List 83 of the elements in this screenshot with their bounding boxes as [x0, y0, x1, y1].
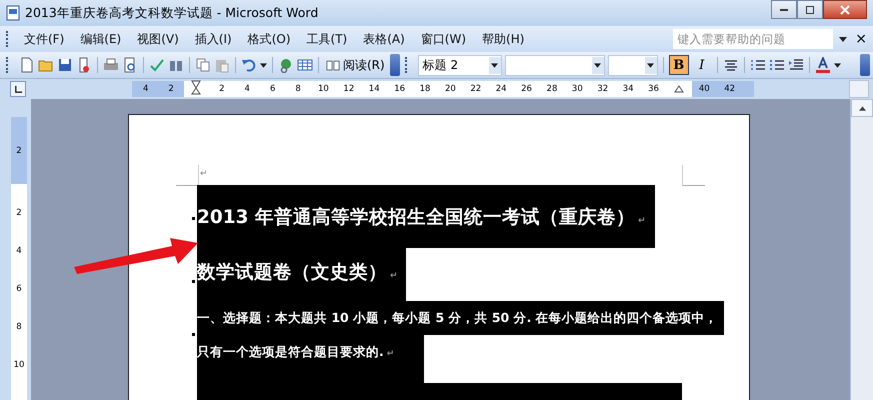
book-icon — [326, 60, 340, 70]
ruler-number: 10 — [14, 359, 24, 372]
format-mark — [192, 333, 195, 336]
dropdown-arrow-icon — [491, 62, 498, 68]
ruler-number: 2 — [167, 83, 175, 96]
crop-mark — [682, 165, 705, 186]
ruler-number: 4 — [142, 83, 150, 96]
ruler-number: 14 — [368, 83, 381, 96]
menu-item[interactable]: 工具(T) — [298, 30, 356, 48]
menu-item[interactable]: 插入(I) — [186, 30, 240, 48]
word-document-icon — [5, 5, 21, 21]
scrollbar-top-button[interactable] — [849, 80, 869, 98]
caret-icon[interactable] — [260, 62, 267, 68]
ruler-number: 4 — [244, 83, 251, 96]
style-dropdown[interactable]: 标题 2 — [418, 54, 502, 76]
dropdown-arrow-icon — [594, 62, 602, 68]
ruler-number: 4 — [16, 245, 22, 258]
horizontal-ruler[interactable]: 4 2 2 4 6 8 10 12 14 16 18 20 22 24 26 28 30 32 34 36 40 42 — [132, 81, 754, 97]
undo-icon[interactable] — [241, 57, 257, 73]
font-color-icon[interactable] — [814, 57, 831, 73]
ruler-number: 8 — [294, 83, 302, 96]
maximize-button[interactable] — [797, 0, 823, 19]
vertical-scrollbar[interactable] — [850, 99, 873, 400]
format-mark — [192, 280, 195, 283]
globe-icon[interactable] — [278, 57, 294, 73]
close-icon — [840, 4, 850, 14]
menu-item[interactable]: 窗口(W) — [412, 30, 474, 48]
format-mark — [192, 217, 195, 220]
minimize-icon — [780, 8, 788, 10]
ruler-number: 30 — [570, 83, 584, 96]
ruler-number: 34 — [622, 83, 635, 96]
toolbar-overflow-button[interactable] — [390, 54, 400, 76]
new-document-icon[interactable] — [19, 57, 35, 73]
ruler-number: 28 — [546, 83, 558, 96]
document-text: 数学试题卷（文史类） ↵ — [197, 248, 406, 301]
ruler-number: 2 — [16, 144, 22, 158]
maximize-icon — [805, 4, 815, 14]
menu-item[interactable]: 文件(F) — [16, 30, 72, 48]
close-button[interactable] — [823, 0, 867, 19]
ruler-number: 2 — [218, 83, 226, 96]
dropdown-arrow-icon — [647, 62, 654, 68]
ruler-number: 16 — [393, 83, 406, 96]
ruler-number: 42 — [723, 83, 736, 96]
ruler-number: 12 — [342, 83, 356, 96]
print-icon[interactable] — [103, 57, 119, 73]
ruler-number: 6 — [16, 283, 22, 296]
bold-button[interactable]: B — [668, 55, 689, 75]
ruler-number: 8 — [16, 321, 22, 334]
ruler-number: 10 — [317, 83, 330, 96]
ruler-number: 6 — [268, 83, 276, 96]
save-icon[interactable] — [57, 57, 73, 73]
ruler-number: 22 — [469, 83, 482, 96]
reading-button[interactable]: 阅读(R) — [324, 56, 387, 74]
tab-selector-icon[interactable] — [10, 81, 26, 97]
menu-item[interactable]: 视图(V) — [129, 30, 187, 48]
ruler-number: 26 — [520, 83, 533, 96]
ruler-number: 24 — [494, 83, 508, 96]
ruler-number: 40 — [698, 83, 711, 96]
help-search-field[interactable]: 键入需要帮助的问题 — [673, 29, 834, 49]
ruler-number: 20 — [444, 83, 457, 96]
document-text: 只有一个选项是符合题目要求的. ↵ — [197, 335, 424, 383]
bulleted-list-icon[interactable] — [768, 57, 785, 73]
scroll-up-arrow-icon[interactable] — [858, 106, 866, 110]
close-help-button[interactable]: × — [855, 31, 867, 47]
window-title: 2013年重庆卷高考文科数学试题 - Microsoft Word — [25, 4, 318, 22]
ruler-number: 18 — [418, 83, 432, 96]
copy-icon[interactable] — [195, 57, 211, 73]
italic-button[interactable]: I — [692, 55, 712, 75]
numbered-list-icon[interactable] — [750, 57, 766, 73]
table-icon[interactable] — [297, 57, 313, 73]
ruler-number: 32 — [596, 83, 610, 96]
menu-item[interactable]: 格式(O) — [240, 30, 299, 48]
minimize-button[interactable] — [771, 0, 797, 19]
menu-item[interactable]: 帮助(H) — [474, 30, 532, 48]
document-text: 一、选择题：本大题共 10 小题，每小题 5 分，共 50 分. 在每小题给出的四个备选项中， — [197, 301, 724, 335]
ruler-number: 2 — [16, 207, 22, 220]
caret-icon[interactable] — [834, 62, 841, 68]
paragraph-mark: ↵ — [200, 169, 208, 179]
document-text: 2013 年普通高等学校招生全国统一考试（重庆卷） ↵ — [197, 185, 656, 248]
menu-item[interactable]: 编辑(E) — [72, 30, 130, 48]
dropdown-arrow-icon[interactable] — [839, 36, 848, 42]
ruler-number: 36 — [647, 83, 660, 96]
menu-item[interactable]: 表格(A) — [355, 30, 413, 48]
